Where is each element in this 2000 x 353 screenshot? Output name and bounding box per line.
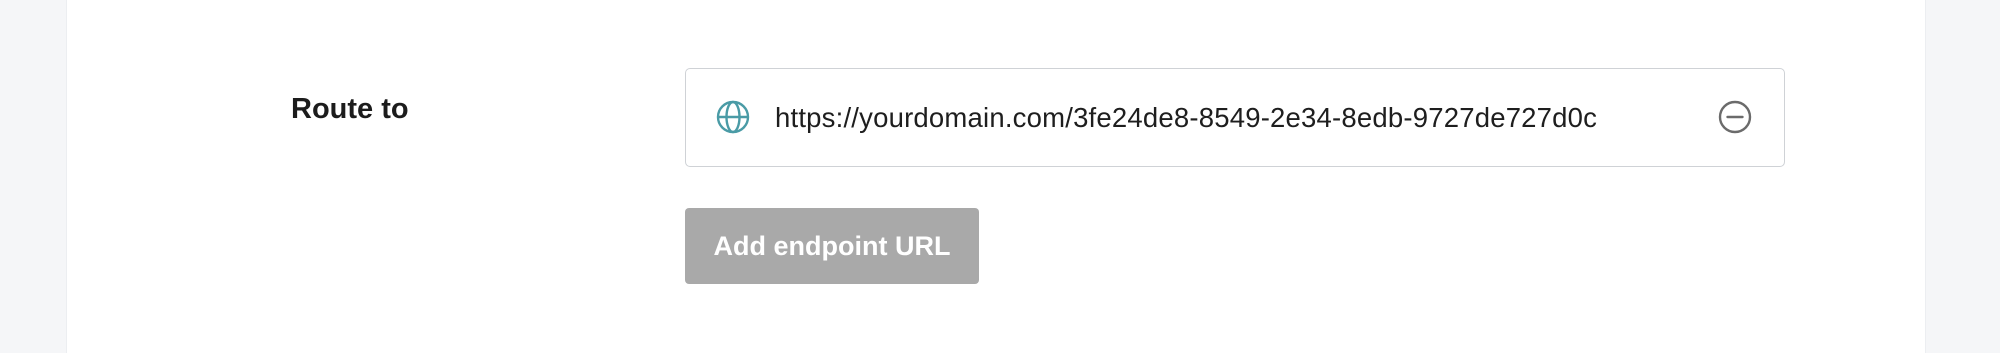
minus-circle-icon — [1718, 100, 1752, 134]
endpoint-url-text[interactable]: https://yourdomain.com/3fe24de8-8549-2e3… — [775, 99, 1597, 137]
globe-icon — [715, 99, 751, 135]
endpoint-url-row[interactable]: https://yourdomain.com/3fe24de8-8549-2e3… — [685, 68, 1785, 167]
settings-panel: Route to https://yourdomain.com/3fe24de8… — [66, 0, 1926, 353]
add-endpoint-url-button[interactable]: Add endpoint URL — [685, 208, 979, 284]
remove-endpoint-button[interactable] — [1717, 99, 1753, 135]
route-to-label: Route to — [291, 93, 409, 125]
